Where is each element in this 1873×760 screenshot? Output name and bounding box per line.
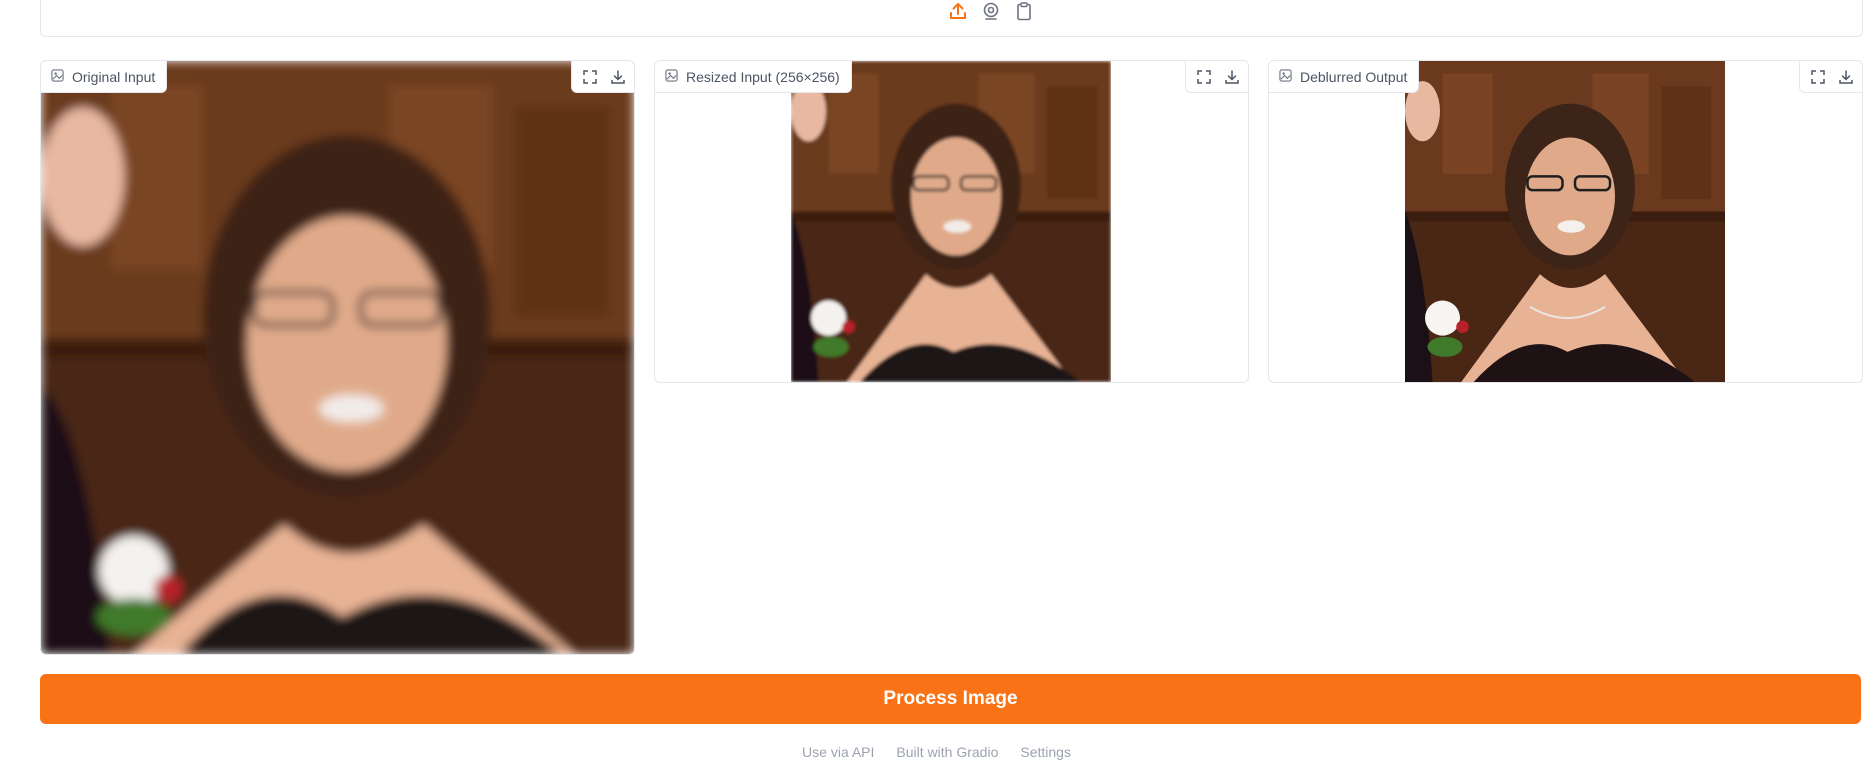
panel-toolbar: [1185, 61, 1248, 93]
panel-label-text: Resized Input (256×256): [686, 68, 840, 85]
upload-icon[interactable]: [947, 0, 969, 22]
image-icon: [51, 68, 64, 85]
download-icon[interactable]: [1834, 65, 1858, 89]
download-icon[interactable]: [1220, 65, 1244, 89]
image-icon: [665, 68, 678, 85]
footer-api-link[interactable]: Use via API: [802, 744, 874, 760]
fullscreen-icon[interactable]: [578, 65, 602, 89]
fullscreen-icon[interactable]: [1806, 65, 1830, 89]
footer: Use via API Built with Gradio Settings: [0, 744, 1873, 760]
resized-input-panel: Resized Input (256×256): [654, 60, 1249, 383]
footer-settings-link[interactable]: Settings: [1020, 744, 1071, 760]
panel-label: Original Input: [41, 61, 168, 93]
process-image-button[interactable]: Process Image: [40, 674, 1861, 724]
source-selector: [947, 0, 1035, 22]
download-icon[interactable]: [606, 65, 630, 89]
original-input-panel: Original Input: [40, 60, 635, 655]
panel-label-text: Deblurred Output: [1300, 68, 1408, 85]
footer-built-with[interactable]: Built with Gradio: [896, 744, 998, 760]
clipboard-icon[interactable]: [1013, 0, 1035, 22]
panel-label-text: Original Input: [72, 68, 156, 85]
image-source-box: [40, 0, 1863, 37]
panel-label: Resized Input (256×256): [655, 61, 852, 93]
webcam-icon[interactable]: [980, 0, 1002, 22]
deblurred-output-panel: Deblurred Output: [1268, 60, 1863, 383]
panel-label: Deblurred Output: [1269, 61, 1420, 93]
image-icon: [1279, 68, 1292, 85]
original-photo: [41, 61, 634, 654]
panel-toolbar: [1799, 61, 1862, 93]
panel-toolbar: [571, 61, 634, 93]
fullscreen-icon[interactable]: [1192, 65, 1216, 89]
deblurred-photo: [1405, 61, 1725, 382]
resized-photo: [791, 61, 1111, 382]
